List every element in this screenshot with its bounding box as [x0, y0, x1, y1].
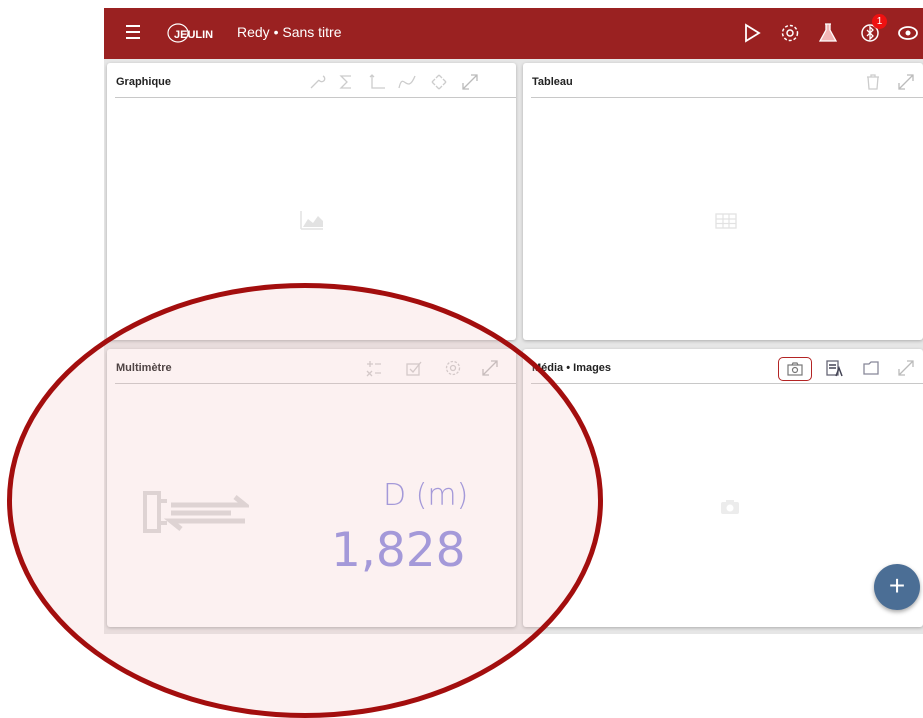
divider: [115, 97, 516, 98]
svg-text:JEULIN: JEULIN: [174, 29, 213, 41]
measurement-value: 1,828: [331, 523, 466, 578]
flask-icon[interactable]: [816, 21, 840, 45]
curve-icon[interactable]: [397, 72, 417, 92]
add-button[interactable]: +: [874, 564, 920, 610]
menu-icon[interactable]: [126, 25, 140, 39]
expand-icon[interactable]: [480, 358, 500, 378]
panel-title: Multimètre: [116, 362, 172, 374]
check-icon[interactable]: [404, 358, 424, 378]
divider: [531, 383, 923, 384]
document-title: Redy • Sans titre: [237, 24, 342, 40]
measurement-label: D (m): [383, 478, 469, 513]
move-icon[interactable]: [429, 72, 449, 92]
expand-icon[interactable]: [896, 72, 916, 92]
expand-icon[interactable]: [460, 72, 480, 92]
panel-title: Graphique: [116, 76, 172, 88]
graph-panel: Graphique: [107, 63, 516, 340]
multimeter-panel: Multimètre D (m) 1,828: [107, 349, 516, 627]
area-chart-icon: [300, 211, 323, 230]
camera-placeholder-icon: [721, 500, 739, 514]
text-icon[interactable]: [824, 358, 844, 378]
panel-title: Tableau: [532, 76, 573, 88]
formula-icon[interactable]: [364, 358, 384, 378]
expand-icon[interactable]: [896, 358, 916, 378]
camera-button[interactable]: [778, 357, 812, 381]
jeulin-logo: JEULIN: [167, 23, 213, 43]
play-icon[interactable]: [740, 21, 764, 45]
eye-icon[interactable]: [896, 21, 920, 45]
trash-icon[interactable]: [863, 72, 883, 92]
notification-badge: 1: [872, 14, 887, 29]
divider: [531, 97, 923, 98]
grid-icon: [715, 213, 737, 229]
axes-icon[interactable]: [367, 72, 387, 92]
gear-icon[interactable]: [778, 21, 802, 45]
wrench-icon[interactable]: [307, 72, 327, 92]
divider: [115, 383, 516, 384]
media-panel: Média • Images: [523, 349, 923, 627]
table-panel: Tableau: [523, 63, 923, 340]
top-bar: JEULIN Redy • Sans titre 1: [104, 8, 923, 59]
app-window: JEULIN Redy • Sans titre 1 Graphique Tab…: [104, 8, 923, 634]
camera-icon: [787, 362, 803, 376]
folder-icon[interactable]: [861, 358, 881, 378]
gear-icon[interactable]: [443, 358, 463, 378]
sigma-icon[interactable]: [336, 72, 356, 92]
panel-title: Média • Images: [532, 362, 612, 374]
distance-sensor-icon: [143, 491, 249, 533]
